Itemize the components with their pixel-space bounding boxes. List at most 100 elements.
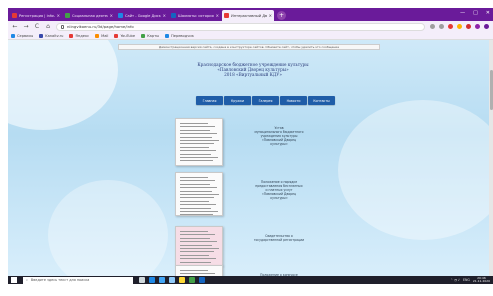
bookmark-item[interactable]: Сервисы [11,33,34,38]
address-row: ← → C ⌂ nlingvikoenu.ru/3d/page/home/inf… [8,21,493,32]
bookmark-item[interactable]: Переводчик [165,33,194,38]
background-glow [48,180,168,276]
bookmark-item[interactable]: Mail [95,33,109,38]
new-tab-button[interactable]: + [277,11,286,20]
forward-icon[interactable]: → [23,23,29,30]
bookmark-label: Kanaltv.ru [45,33,64,38]
clock[interactable]: 20:46 21.11.2020 [472,276,490,284]
page-scrollbar[interactable] [489,40,493,276]
language-indicator[interactable]: ENG [463,278,470,282]
bookmark-icon [141,33,146,38]
document-caption[interactable]: Свидетельство о государственной регистрац… [246,234,312,242]
browser-tab[interactable]: Сайт - Google Диск × [116,10,168,21]
bookmark-icon [39,33,44,38]
background-glow [8,40,118,130]
tab-label: Интерактивный Дворец культуры [231,13,267,18]
document-caption[interactable]: Положение о порядке предоставления беспла… [246,180,312,200]
red-ext-icon[interactable] [466,24,471,29]
edge-app-icon[interactable] [149,277,155,283]
profile-ext-icon[interactable] [484,24,489,29]
favicon-icon [171,13,176,18]
bookmark-icon [114,33,119,38]
favicon-icon [12,13,17,18]
windows-taskbar: ⌕ Введите здесь текст для поиска ⌃ ◔ ♪ E… [8,276,493,284]
minimize-icon[interactable]: — [460,10,465,16]
document-thumbnail[interactable] [175,226,223,266]
bookmark-label: Переводчик [171,33,194,38]
favicon-icon [118,13,123,18]
site-title-line: 2018 «Виртуальный КДУ» [224,72,282,78]
scrollbar-thumb[interactable] [489,70,493,110]
tab-label: Сайт - Google Диск [125,13,161,18]
document-caption-line: культуры» [270,196,288,200]
search-icon: ⌕ [26,278,28,282]
url-text[interactable]: nlingvikoenu.ru/3d/page/home/info [67,24,134,29]
browser-window: Регистрация | infourok.ru×Социальная дея… [8,8,493,284]
menu-item-home[interactable]: Главная [196,96,223,105]
close-tab-icon[interactable]: × [57,13,60,18]
word-app-icon[interactable] [199,277,205,283]
bookmark-icon [95,33,100,38]
bookmark-item[interactable]: Kanaltv.ru [39,33,64,38]
tab-label: Регистрация | infourok.ru [19,13,55,18]
close-icon[interactable]: ✕ [486,10,490,16]
browser-tab[interactable]: Регистрация | infourok.ru× [10,10,62,21]
bookmark-item[interactable]: Карты [141,33,159,38]
web-page: Демонстрационная версия сайта, создана в… [8,40,493,276]
favicon-icon [224,13,229,18]
search-ext-icon[interactable] [430,24,435,29]
start-button[interactable] [11,277,17,283]
bookmark-label: Яндекс [75,33,90,38]
browser-tab[interactable]: Шахматы: история × [169,10,221,21]
bookmark-item[interactable]: YouTube [114,33,136,38]
browser-tab[interactable]: Социальная деятельность× [63,10,115,21]
bookmarks-bar: Сервисы Kanaltv.ru Яндекс Mail YouTube Карты П… [8,32,493,40]
opera-ext-icon[interactable] [448,24,453,29]
mail-app-icon[interactable] [169,277,175,283]
menu-item-clubs[interactable]: Кружки [224,96,251,105]
address-bar[interactable]: nlingvikoenu.ru/3d/page/home/info [56,22,425,31]
close-tab-icon[interactable]: × [216,13,219,18]
bookmark-item[interactable]: Яндекс [69,33,90,38]
document-caption-line: государственной регистрации [253,238,305,242]
tab-label: Шахматы: история [178,13,214,18]
bookmark-label: Mail [101,33,109,38]
home-icon[interactable]: ⌂ [45,23,51,30]
taskbar-search-placeholder[interactable]: Введите здесь текст для поиска [31,278,89,282]
tray-icons[interactable]: ⌃ ◔ ♪ [450,278,460,282]
document-thumbnail[interactable] [175,172,223,216]
browser-tab[interactable]: Интерактивный Дворец культуры× [222,10,274,21]
store-app-icon[interactable] [159,277,165,283]
demo-notice[interactable]: Демонстрационная версия сайта, создана в… [118,44,380,50]
document-caption[interactable]: Устав муниципального бюджетного учреждения… [246,126,312,146]
lock-icon [61,24,64,29]
star-ext-icon[interactable] [439,24,444,29]
extension-icons [430,24,489,29]
menu-item-gallery[interactable]: Галерея [252,96,279,105]
close-tab-icon[interactable]: × [110,13,113,18]
menu-item-contacts[interactable]: Контакты [308,96,335,105]
yandex-ext-icon[interactable] [457,24,462,29]
background-glow [338,100,493,240]
grid-ext-icon[interactable] [475,24,480,29]
document-thumbnail[interactable] [175,118,223,166]
maximize-icon[interactable]: □ [473,10,478,16]
tab-label: Социальная деятельность [72,13,108,18]
document-thumbnail[interactable] [175,265,223,276]
bookmark-icon [165,33,170,38]
close-tab-icon[interactable]: × [163,13,166,18]
clock-date: 21.11.2020 [472,279,490,283]
window-controls: — □ ✕ [460,10,490,16]
taskbar-search[interactable]: ⌕ Введите здесь текст для поиска [23,276,133,284]
back-icon[interactable]: ← [12,23,18,30]
close-tab-icon[interactable]: × [269,13,272,18]
bookmark-label: Сервисы [17,33,34,38]
reload-icon[interactable]: C [34,23,40,30]
bookmark-label: YouTube [120,33,136,38]
system-tray: ⌃ ◔ ♪ ENG 20:46 21.11.2020 [450,276,490,284]
bookmark-icon [69,33,74,38]
explorer-app-icon[interactable] [179,277,185,283]
task-view-app-icon[interactable] [139,277,145,283]
chrome-app-icon[interactable] [189,277,195,283]
menu-item-news[interactable]: Новости [280,96,307,105]
